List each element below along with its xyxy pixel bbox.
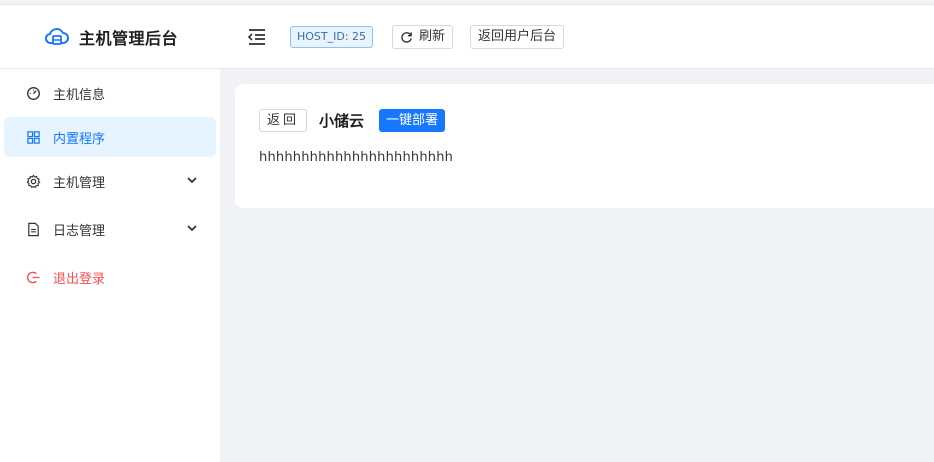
dashboard-icon [27, 86, 40, 100]
logout-icon [27, 271, 40, 283]
host-id-tag: HOST_ID: 25 [290, 26, 374, 48]
program-card: 返回 小储云 一键部署 hhhhhhhhhhhhhhhhhhhhhhh [235, 84, 934, 208]
sidebar-item-builtin-programs[interactable]: 内置程序 [4, 117, 216, 157]
chevron-down-icon [187, 225, 197, 232]
reload-icon [401, 31, 412, 43]
one-click-deploy-button[interactable]: 一键部署 [379, 109, 446, 132]
sidebar: 主机信息 内置程序 主机管理 日志管理 退出登录 [0, 69, 220, 462]
setting-icon [26, 173, 41, 188]
sidebar-item-host-info[interactable]: 主机信息 [4, 73, 216, 113]
sidebar-item-host-management[interactable]: 主机管理 [4, 161, 216, 201]
program-description: hhhhhhhhhhhhhhhhhhhhhhh [259, 150, 454, 165]
chevron-down-icon [187, 177, 197, 184]
back-to-user-panel-label: 返回用户后台 [478, 29, 557, 44]
back-to-user-panel-button[interactable]: 返回用户后台 [470, 25, 565, 49]
sidebar-item-label: 退出登录 [53, 271, 106, 287]
refresh-label: 刷新 [419, 29, 446, 44]
file-text-icon [28, 222, 39, 236]
sidebar-item-label: 日志管理 [53, 223, 106, 239]
sidebar-item-label: 内置程序 [53, 131, 106, 147]
appstore-icon [27, 130, 40, 144]
sidebar-item-label: 主机管理 [53, 175, 106, 191]
sidebar-item-log-management[interactable]: 日志管理 [4, 209, 216, 249]
sidebar-item-logout[interactable]: 退出登录 [4, 257, 216, 297]
menu-fold-icon[interactable] [247, 28, 267, 46]
cloud-server-icon [44, 28, 69, 45]
program-title: 小储云 [319, 112, 365, 130]
refresh-button[interactable]: 刷新 [392, 25, 454, 49]
app-title: 主机管理后台 [79, 29, 179, 48]
back-button[interactable]: 返回 [259, 109, 308, 132]
header: 主机管理后台 HOST_ID: 25 刷新 返回用户后台 [0, 5, 934, 69]
sidebar-item-label: 主机信息 [53, 87, 106, 103]
logo: 主机管理后台 [44, 23, 178, 51]
